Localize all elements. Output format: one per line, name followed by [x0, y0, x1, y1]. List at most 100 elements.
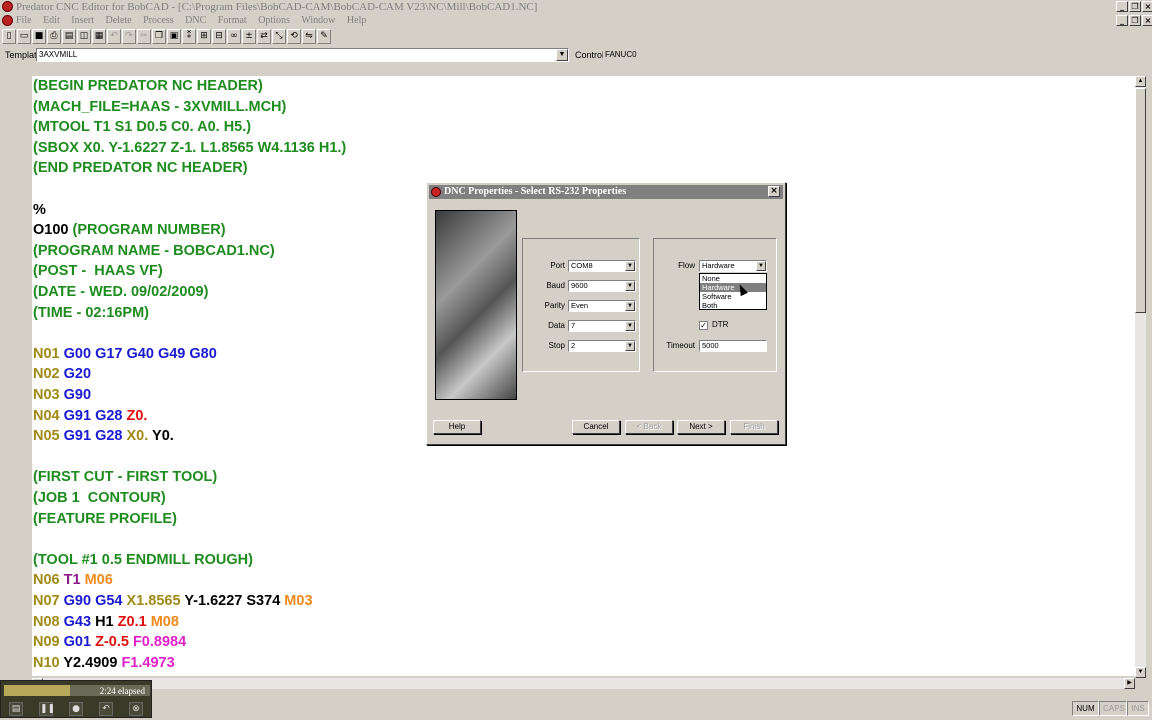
- scale-icon[interactable]: ⤡: [272, 28, 286, 44]
- chevron-down-icon[interactable]: ▼: [625, 321, 635, 331]
- parity-select[interactable]: Even ▼: [568, 300, 636, 312]
- horizontal-scrollbar[interactable]: ◀ ▶: [32, 678, 1135, 689]
- menu-delete[interactable]: Delete: [106, 14, 132, 27]
- print-preview-icon[interactable]: ▤: [62, 28, 76, 44]
- code-line[interactable]: N09 G01 Z-0.5 F0.8984: [33, 632, 186, 652]
- close-icon[interactable]: ×: [1142, 1, 1152, 12]
- stop-bits-select[interactable]: 2 ▼: [568, 340, 636, 352]
- chevron-down-icon[interactable]: ▼: [556, 49, 568, 61]
- dtr-checkbox[interactable]: ✓: [699, 321, 708, 330]
- doc-restore-icon[interactable]: ❐: [1129, 15, 1141, 26]
- find-icon[interactable]: ◫: [77, 28, 91, 44]
- insert-icon[interactable]: ⊞: [197, 28, 211, 44]
- grid-icon[interactable]: ▦: [92, 28, 106, 44]
- baud-select[interactable]: 9600 ▼: [568, 280, 636, 292]
- transform-icon[interactable]: ⇄: [257, 28, 271, 44]
- print-icon[interactable]: ⎙: [47, 28, 61, 44]
- code-line[interactable]: N04 G91 G28 Z0.: [33, 406, 147, 426]
- flow-select[interactable]: Hardware ▼: [699, 260, 767, 272]
- chevron-down-icon[interactable]: ▼: [756, 261, 766, 271]
- menu-file[interactable]: File: [16, 14, 32, 27]
- menu-format[interactable]: Format: [218, 14, 247, 27]
- new-file-icon[interactable]: ▯: [2, 28, 16, 44]
- code-line[interactable]: (JOB 1 CONTOUR): [33, 488, 166, 508]
- mirror-icon[interactable]: ⇋: [302, 28, 316, 44]
- cancel-button[interactable]: Cancel: [572, 420, 620, 434]
- chevron-down-icon[interactable]: ▼: [625, 261, 635, 271]
- renumber-icon[interactable]: ⁑: [182, 28, 196, 44]
- cut-icon[interactable]: ✂: [137, 28, 151, 44]
- help-button[interactable]: Help: [433, 420, 481, 434]
- code-line[interactable]: O100 (PROGRAM NUMBER): [33, 220, 226, 240]
- save-icon[interactable]: ■: [32, 28, 46, 44]
- cancel-recording-icon[interactable]: ⊗: [129, 702, 143, 716]
- menu-options[interactable]: Options: [258, 14, 290, 27]
- chevron-down-icon[interactable]: ▼: [625, 301, 635, 311]
- timeout-input[interactable]: 5000: [699, 340, 767, 352]
- record-menu-icon[interactable]: ▤: [9, 702, 23, 716]
- flow-option-both[interactable]: Both: [700, 301, 766, 310]
- chevron-down-icon[interactable]: ▼: [625, 341, 635, 351]
- code-line[interactable]: (DATE - WED. 09/02/2009): [33, 282, 208, 302]
- port-select[interactable]: COM8 ▼: [568, 260, 636, 272]
- code-line[interactable]: (PROGRAM NAME - BOBCAD1.NC): [33, 241, 275, 261]
- menu-insert[interactable]: Insert: [71, 14, 94, 27]
- code-line[interactable]: N03 G90: [33, 385, 91, 405]
- code-line[interactable]: (FEATURE PROFILE): [33, 509, 177, 529]
- back-button[interactable]: < Back: [625, 420, 673, 434]
- vertical-scrollbar[interactable]: ▲ ▼: [1135, 76, 1146, 678]
- code-line[interactable]: (BEGIN PREDATOR NC HEADER): [33, 76, 263, 96]
- undo-icon[interactable]: ↶: [107, 28, 121, 44]
- code-line[interactable]: N10 Y2.4909 F1.4973: [33, 653, 175, 673]
- microphone-icon[interactable]: ●: [69, 702, 83, 716]
- code-line[interactable]: (FIRST CUT - FIRST TOOL): [33, 467, 217, 487]
- scroll-right-icon[interactable]: ▶: [1124, 678, 1135, 689]
- dialog-close-icon[interactable]: ×: [768, 186, 780, 197]
- doc-close-icon[interactable]: ×: [1142, 15, 1152, 26]
- finish-button[interactable]: Finish: [730, 420, 778, 434]
- redo-icon[interactable]: ↷: [122, 28, 136, 44]
- open-folder-icon[interactable]: ▭: [17, 28, 31, 44]
- menu-dnc[interactable]: DNC: [185, 14, 206, 27]
- code-line[interactable]: N02 G20: [33, 364, 91, 384]
- undo-recording-icon[interactable]: ↶: [99, 702, 113, 716]
- code-line[interactable]: (TOOL #1 0.5 ENDMILL ROUGH): [33, 550, 253, 570]
- code-line[interactable]: (MTOOL T1 S1 D0.5 C0. A0. H5.): [33, 117, 251, 137]
- code-line[interactable]: (POST - HAAS VF): [33, 261, 163, 281]
- remove-icon[interactable]: ⊟: [212, 28, 226, 44]
- menu-process[interactable]: Process: [143, 14, 174, 27]
- doc-minimize-icon[interactable]: _: [1116, 15, 1128, 26]
- binoculars-icon[interactable]: ∞: [227, 28, 241, 44]
- flow-option-software[interactable]: Software: [700, 292, 766, 301]
- code-line[interactable]: (END PREDATOR NC HEADER): [33, 158, 248, 178]
- code-line[interactable]: N08 G43 H1 Z0.1 M08: [33, 612, 179, 632]
- chevron-down-icon[interactable]: ▼: [625, 281, 635, 291]
- code-line[interactable]: (SBOX X0. Y-1.6227 Z-1. L1.8565 W4.1136 …: [33, 138, 346, 158]
- paste-icon[interactable]: ▣: [167, 28, 181, 44]
- code-line[interactable]: %: [33, 200, 46, 220]
- copy-icon[interactable]: ❐: [152, 28, 166, 44]
- rotate-icon[interactable]: ⟲: [287, 28, 301, 44]
- flow-option-hardware[interactable]: Hardware: [700, 283, 766, 292]
- menu-edit[interactable]: Edit: [43, 14, 60, 27]
- menu-window[interactable]: Window: [301, 14, 335, 27]
- minimize-icon[interactable]: _: [1116, 1, 1128, 12]
- flow-option-none[interactable]: None: [700, 274, 766, 283]
- restore-icon[interactable]: ❐: [1129, 1, 1141, 12]
- scroll-down-icon[interactable]: ▼: [1135, 667, 1146, 678]
- flow-dropdown-list[interactable]: None Hardware Software Both: [699, 273, 767, 310]
- menu-help[interactable]: Help: [347, 14, 366, 27]
- backplot-icon[interactable]: ✎: [317, 28, 331, 44]
- code-line[interactable]: N06 T1 M06: [33, 570, 113, 590]
- pause-icon[interactable]: ❚❚: [39, 702, 55, 716]
- code-line[interactable]: N07 G90 G54 X1.8565 Y-1.6227 S374 M03: [33, 591, 313, 611]
- code-line[interactable]: (TIME - 02:16PM): [33, 303, 149, 323]
- next-button[interactable]: Next >: [677, 420, 725, 434]
- code-line[interactable]: N01 G00 G17 G40 G49 G80: [33, 344, 217, 364]
- data-bits-select[interactable]: 7 ▼: [568, 320, 636, 332]
- code-line[interactable]: (MACH_FILE=HAAS - 3XVMILL.MCH): [33, 97, 286, 117]
- scroll-up-icon[interactable]: ▲: [1135, 76, 1146, 87]
- math-icon[interactable]: ±: [242, 28, 256, 44]
- code-line[interactable]: N05 G91 G28 X0. Y0.: [33, 426, 174, 446]
- scroll-thumb[interactable]: [1135, 88, 1146, 313]
